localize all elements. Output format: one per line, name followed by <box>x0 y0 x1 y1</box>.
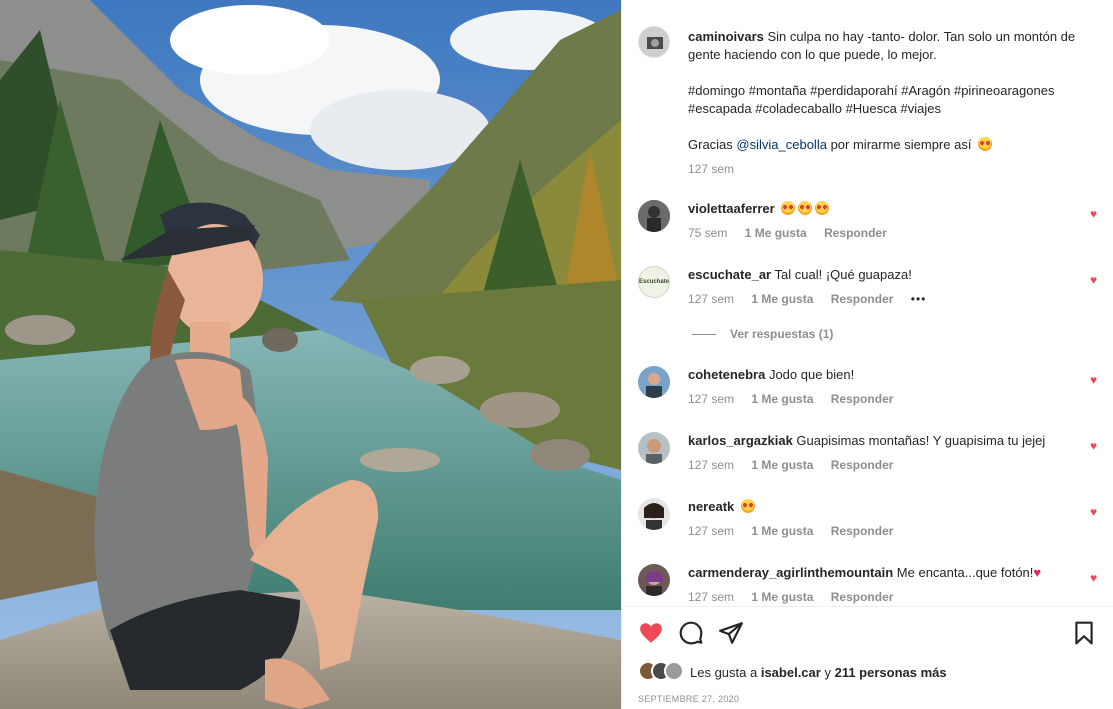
paper-plane-icon[interactable] <box>718 620 744 646</box>
avatar-logo-text: Escuchate <box>639 279 670 285</box>
comment-item: Escuchate escuchate_ar Tal cual! ¡Qué gu… <box>638 266 1102 310</box>
heart-eyes-icon <box>798 201 813 215</box>
liker-avatar <box>664 661 684 681</box>
replies-line <box>692 334 716 336</box>
comment-meta: 127 sem 1 Me gusta Responder ••• <box>688 292 940 306</box>
reply-button[interactable]: Responder <box>831 292 894 306</box>
commenter-avatar[interactable] <box>638 366 670 398</box>
author-avatar[interactable] <box>638 26 670 58</box>
view-replies-button[interactable]: Ver respuestas (1) <box>692 327 833 341</box>
comment-body: Jodo que bien! <box>768 367 855 382</box>
comment-item: cohetenebra Jodo que bien! 127 sem 1 Me … <box>638 366 1102 410</box>
likes-others[interactable]: 211 personas más <box>835 665 947 680</box>
thanks-suffix: por mirarme siempre así <box>830 137 972 152</box>
comment-bubble-icon[interactable] <box>678 620 704 646</box>
comment-username[interactable]: carmenderay_agirlinthemountain <box>688 565 893 580</box>
post-actions-bar <box>638 618 1097 648</box>
comment-likes[interactable]: 1 Me gusta <box>751 392 813 406</box>
caption-time[interactable]: 127 sem <box>688 162 734 176</box>
small-heart-icon[interactable]: ♥ <box>1090 440 1102 452</box>
small-heart-icon[interactable]: ♥ <box>1090 274 1102 286</box>
likes-middle: y <box>824 664 831 680</box>
comment-likes[interactable]: 1 Me gusta <box>751 590 813 604</box>
caption-hashtags-2[interactable]: #escapada #coladecaballo #Huesca #viajes <box>688 100 1102 118</box>
comment-item: nereatk 127 sem 1 Me gusta Responder ♥ <box>638 498 1102 542</box>
comment-text: violettaaferrer <box>688 200 1074 218</box>
caption-text-block: caminoivars Sin culpa no hay -tanto- dol… <box>688 28 1102 64</box>
caption-username[interactable]: caminoivars <box>688 29 764 44</box>
comment-text: karlos_argazkiak Guapisimas montañas! Y … <box>688 432 1074 450</box>
comment-time[interactable]: 127 sem <box>688 524 734 538</box>
heart-eyes-icon <box>781 201 796 215</box>
comment-text: escuchate_ar Tal cual! ¡Qué guapaza! <box>688 266 1074 284</box>
comment-item: karlos_argazkiak Guapisimas montañas! Y … <box>638 432 1102 476</box>
likes-user[interactable]: isabel.car <box>761 665 821 680</box>
comment-likes[interactable]: 1 Me gusta <box>745 226 807 240</box>
likes-summary: Les gusta a isabel.car y 211 personas má… <box>638 660 947 684</box>
post-viewer: caminoivars Sin culpa no hay -tanto- dol… <box>0 0 1113 709</box>
comment-item: carmenderay_agirlinthemountain Me encant… <box>638 564 1102 606</box>
thanks-prefix: Gracias <box>688 137 733 152</box>
post-caption: caminoivars Sin culpa no hay -tanto- dol… <box>638 26 1102 176</box>
liker-avatars[interactable] <box>638 661 686 683</box>
commenter-avatar[interactable] <box>638 432 670 464</box>
caption-mention[interactable]: @silvia_cebolla <box>736 137 827 152</box>
comment-likes[interactable]: 1 Me gusta <box>751 292 813 306</box>
comment-username[interactable]: escuchate_ar <box>688 267 771 282</box>
reply-button[interactable]: Responder <box>831 524 894 538</box>
comment-meta: 127 sem 1 Me gusta Responder <box>688 590 907 604</box>
comment-text: nereatk <box>688 498 1074 516</box>
likes-prefix: Les gusta a <box>690 664 758 680</box>
comment-meta: 127 sem 1 Me gusta Responder <box>688 458 907 472</box>
post-date[interactable]: SEPTIEMBRE 27, 2020 <box>638 694 739 704</box>
caption-hashtags-1[interactable]: #domingo #montaña #perdidaporahí #Aragón… <box>688 82 1102 100</box>
comment-meta: 127 sem 1 Me gusta Responder <box>688 524 907 538</box>
comment-meta: 75 sem 1 Me gusta Responder <box>688 226 901 240</box>
comment-text: cohetenebra Jodo que bien! <box>688 366 1074 384</box>
comment-meta: 127 sem 1 Me gusta Responder <box>688 392 907 406</box>
comment-time[interactable]: 75 sem <box>688 226 727 240</box>
view-replies-label: Ver respuestas (1) <box>730 327 834 341</box>
heart-filled-icon[interactable] <box>638 620 664 646</box>
heart-eyes-icon <box>815 201 830 215</box>
post-photo[interactable] <box>0 0 621 709</box>
caption-thanks: Gracias @silvia_cebolla por mirarme siem… <box>688 136 1102 154</box>
comment-time[interactable]: 127 sem <box>688 590 734 604</box>
bookmark-icon[interactable] <box>1071 620 1097 646</box>
heart-eyes-icon <box>740 499 755 513</box>
comments-scroll-area[interactable]: caminoivars Sin culpa no hay -tanto- dol… <box>622 0 1113 606</box>
comment-time[interactable]: 127 sem <box>688 392 734 406</box>
smiling-face-with-hearts-icon <box>978 137 993 151</box>
small-heart-icon[interactable]: ♥ <box>1090 208 1102 220</box>
commenter-avatar[interactable]: Escuchate <box>638 266 670 298</box>
comment-time[interactable]: 127 sem <box>688 292 734 306</box>
comment-text: carmenderay_agirlinthemountain Me encant… <box>688 564 1074 582</box>
small-heart-icon[interactable]: ♥ <box>1090 374 1102 386</box>
commenter-avatar[interactable] <box>638 498 670 530</box>
comment-username[interactable]: karlos_argazkiak <box>688 433 793 448</box>
small-heart-icon[interactable]: ♥ <box>1090 572 1102 584</box>
comment-likes[interactable]: 1 Me gusta <box>751 458 813 472</box>
red-heart-icon: ♥ <box>1033 565 1042 580</box>
mountain-river-photo <box>0 0 621 709</box>
comment-body: Me encanta...que fotón! <box>896 565 1034 580</box>
reply-button[interactable]: Responder <box>831 392 894 406</box>
commenter-avatar[interactable] <box>638 564 670 596</box>
actions-divider <box>622 606 1113 607</box>
comment-body: Tal cual! ¡Qué guapaza! <box>774 267 912 282</box>
comment-username[interactable]: cohetenebra <box>688 367 765 382</box>
reply-button[interactable]: Responder <box>824 226 887 240</box>
comment-likes[interactable]: 1 Me gusta <box>751 524 813 538</box>
reply-button[interactable]: Responder <box>831 458 894 472</box>
comment-item: violettaaferrer 75 sem 1 Me gusta Respon… <box>638 200 1102 244</box>
comment-username[interactable]: violettaaferrer <box>688 201 775 216</box>
comment-username[interactable]: nereatk <box>688 499 734 514</box>
more-options-icon[interactable]: ••• <box>911 292 927 306</box>
reply-button[interactable]: Responder <box>831 590 894 604</box>
small-heart-icon[interactable]: ♥ <box>1090 506 1102 518</box>
comment-time[interactable]: 127 sem <box>688 458 734 472</box>
post-side-panel: caminoivars Sin culpa no hay -tanto- dol… <box>621 0 1113 709</box>
comment-body: Guapisimas montañas! Y guapisima tu jeje… <box>796 433 1046 448</box>
commenter-avatar[interactable] <box>638 200 670 232</box>
